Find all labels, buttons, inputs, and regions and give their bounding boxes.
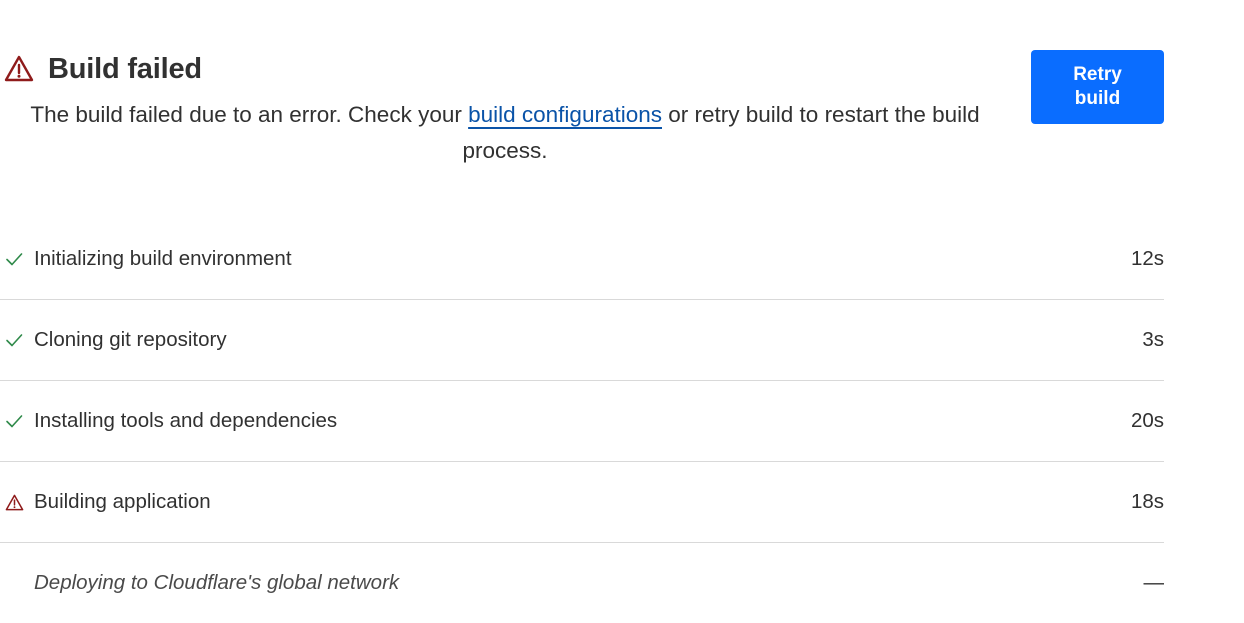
build-step: Installing tools and dependencies 20s: [0, 381, 1164, 462]
page-title: Build failed: [48, 52, 202, 85]
build-step: Building application 18s: [0, 462, 1164, 543]
retry-build-button[interactable]: Retry build: [1031, 50, 1164, 124]
step-duration: 12s: [1130, 247, 1164, 270]
pending-icon: [2, 571, 26, 595]
build-status-header: Build failed The build failed due to an …: [0, 50, 1020, 169]
title-row: Build failed: [0, 50, 1020, 88]
warning-icon: [4, 55, 34, 82]
description-text-before: The build failed due to an error. Check …: [30, 102, 469, 127]
warning-icon: [2, 490, 26, 514]
build-configurations-link[interactable]: build configurations: [468, 102, 662, 127]
build-step: Cloning git repository 3s: [0, 300, 1164, 381]
build-steps-list: Initializing build environment 12s Cloni…: [0, 219, 1164, 623]
step-label: Installing tools and dependencies: [34, 409, 338, 432]
build-failed-description: The build failed due to an error. Check …: [0, 97, 1010, 169]
step-label: Initializing build environment: [34, 247, 292, 270]
check-icon: [2, 247, 26, 271]
step-duration: 3s: [1142, 328, 1164, 351]
check-icon: [2, 328, 26, 352]
step-duration: 18s: [1130, 490, 1164, 513]
step-label: Deploying to Cloudflare's global network: [34, 571, 400, 594]
check-icon: [2, 409, 26, 433]
step-duration: 20s: [1130, 409, 1164, 432]
step-duration: —: [1143, 571, 1165, 594]
step-label: Cloning git repository: [34, 328, 227, 351]
build-step: Initializing build environment 12s: [0, 219, 1164, 300]
build-step: Deploying to Cloudflare's global network…: [0, 543, 1164, 623]
step-label: Building application: [34, 490, 211, 513]
